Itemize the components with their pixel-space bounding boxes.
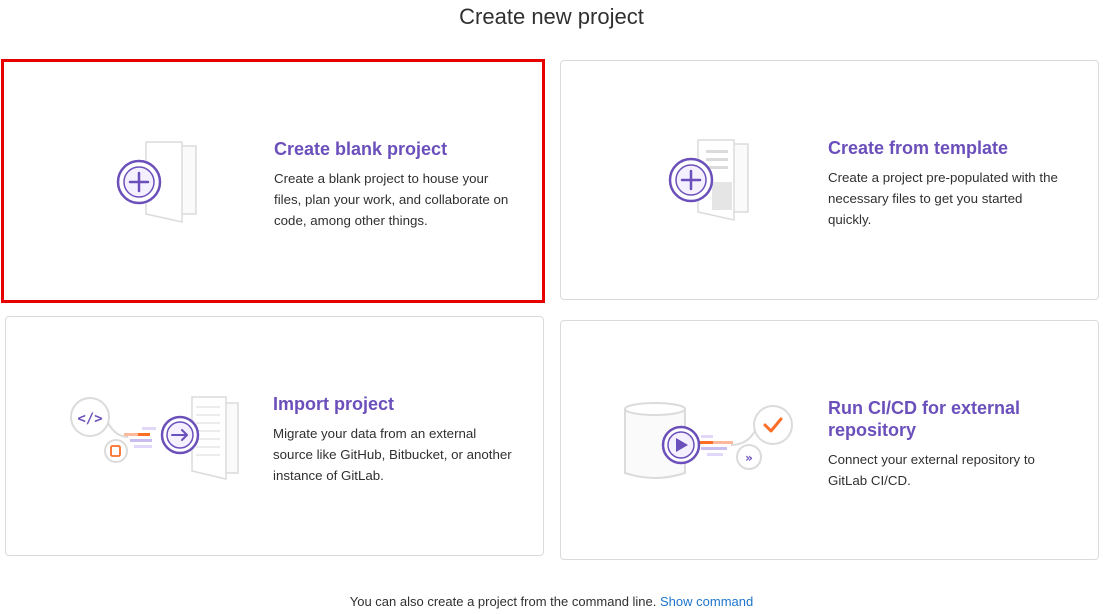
blank-project-illustration <box>110 138 202 229</box>
show-command-link[interactable]: Show command <box>660 594 753 609</box>
svg-text:</>: </> <box>77 411 102 427</box>
import-project-illustration: </> <box>68 393 244 488</box>
card-title: Run CI/CD for external repository <box>828 398 1021 440</box>
create-from-template-card[interactable]: Create from template Create a project pr… <box>560 60 1099 300</box>
import-arrow-icon: </> <box>70 396 239 480</box>
repository-pipeline-icon: » <box>624 402 793 479</box>
import-project-card[interactable]: </> Import project Migrate your data fro… <box>5 316 544 556</box>
template-document-icon <box>668 139 749 221</box>
svg-text:»: » <box>745 451 753 465</box>
command-line-text: You can also create a project from the c… <box>349 594 657 609</box>
card-description: Create a project pre-populated with the … <box>828 170 1058 227</box>
card-title: Create from template <box>828 138 1009 158</box>
run-cicd-external-repository-card[interactable]: » Run CI/CD for external repository Conn… <box>560 320 1099 560</box>
cicd-illustration: » <box>621 401 797 492</box>
card-title: Create blank project <box>274 139 448 159</box>
card-description: Migrate your data from an external sourc… <box>273 426 512 483</box>
card-title: Import project <box>273 394 395 414</box>
template-project-illustration <box>662 136 754 227</box>
card-description: Create a blank project to house your fil… <box>274 171 509 228</box>
card-description: Connect your external repository to GitL… <box>828 452 1035 488</box>
command-line-hint: You can also create a project from the c… <box>0 594 1103 609</box>
page-title: Create new project <box>459 4 644 29</box>
document-plus-icon <box>116 141 197 223</box>
create-blank-project-card[interactable]: Create blank project Create a blank proj… <box>1 59 545 303</box>
